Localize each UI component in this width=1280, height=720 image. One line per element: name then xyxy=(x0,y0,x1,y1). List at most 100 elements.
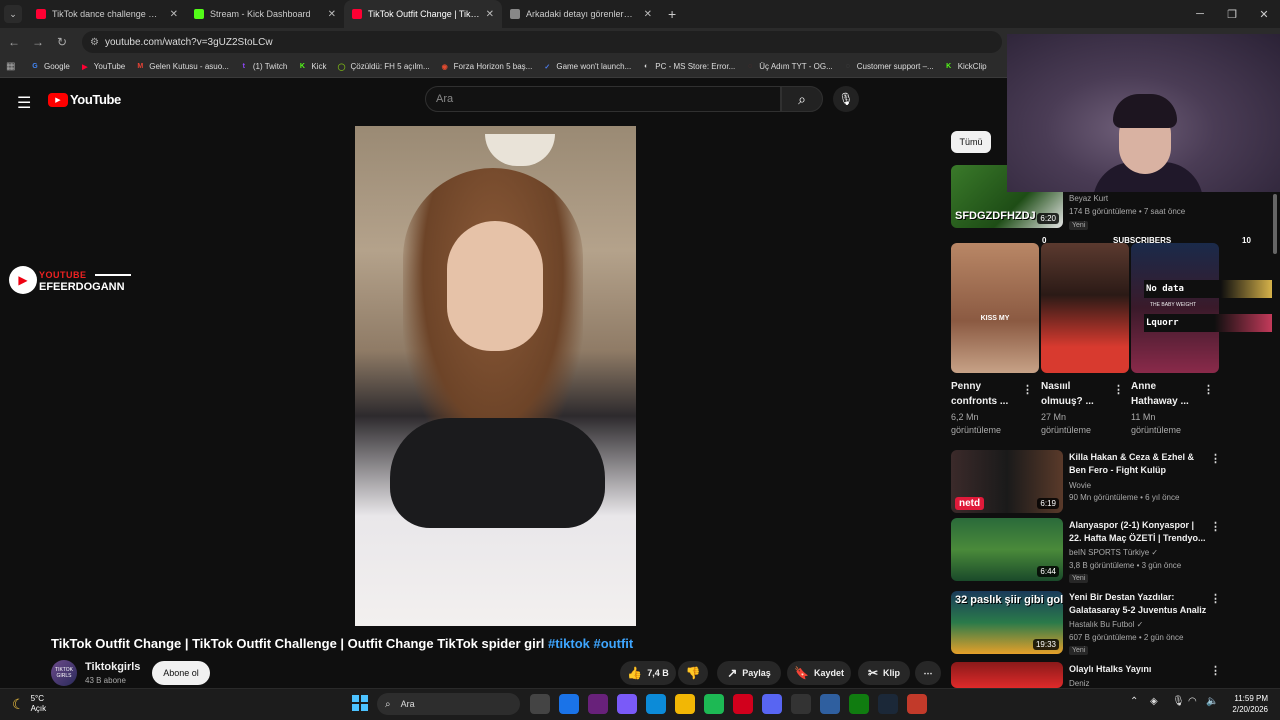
close-tab-icon[interactable]: ✕ xyxy=(644,9,652,20)
short-thumbnail[interactable]: KISS MY xyxy=(951,243,1039,373)
more-actions-button[interactable]: ⋯ xyxy=(915,661,941,685)
discord-icon[interactable] xyxy=(762,694,782,714)
video-hashtags[interactable]: #tiktok #outfit xyxy=(548,636,633,651)
short-title[interactable]: Penny confronts ... xyxy=(951,379,1021,409)
bookmark-item[interactable]: t (1) Twitch xyxy=(239,62,288,72)
close-tab-icon[interactable]: ✕ xyxy=(170,9,178,20)
bookmark-item[interactable]: ✓ Game won't launch... xyxy=(542,62,631,72)
microphone-tray-icon[interactable]: 🎙 xyxy=(1172,696,1185,707)
channel-name[interactable]: Hastalık Bu Futbol ✓ xyxy=(1069,619,1143,631)
dislike-button[interactable]: 👎 xyxy=(678,661,708,685)
video-title-line[interactable]: Killa Hakan & Ceza & Ezhel & xyxy=(1069,451,1194,464)
channel-name[interactable]: Tiktokgirls xyxy=(85,661,140,673)
like-button[interactable]: 👍 7,4 B xyxy=(620,661,676,685)
minimize-icon[interactable]: ─ xyxy=(1184,0,1216,28)
more-vert-icon[interactable]: ⋮ xyxy=(1210,520,1221,533)
youtube-logo[interactable]: ▶ YouTube xyxy=(48,92,121,107)
chrome-icon[interactable] xyxy=(559,694,579,714)
more-vert-icon[interactable]: ⋮ xyxy=(1210,592,1221,605)
obs-icon[interactable] xyxy=(791,694,811,714)
bookmark-item[interactable]: ▶ YouTube xyxy=(80,62,125,72)
more-vert-icon[interactable]: ⋮ xyxy=(1022,383,1033,396)
wifi-icon[interactable]: ◠ xyxy=(1188,696,1197,707)
microphone-icon[interactable]: 🎙 xyxy=(833,86,859,112)
close-tab-icon[interactable]: ✕ xyxy=(486,9,494,20)
search-icon[interactable]: ⌕ xyxy=(781,86,823,112)
bookmark-item[interactable]: ◐ PC - MS Store: Error... xyxy=(641,62,735,72)
bookmark-item[interactable]: G Google xyxy=(30,62,70,72)
bookmark-item[interactable]: ◌ Üç Adım TYT - OG... xyxy=(745,62,833,72)
channel-name[interactable]: Wovie xyxy=(1069,480,1091,492)
video-title-line[interactable]: Alanyaspor (2-1) Konyaspor | xyxy=(1069,519,1194,532)
task-view-icon[interactable] xyxy=(530,694,550,714)
short-thumbnail[interactable] xyxy=(1131,243,1219,373)
close-tab-icon[interactable]: ✕ xyxy=(328,9,336,20)
back-arrow-icon[interactable]: ← xyxy=(2,35,26,49)
bookmark-item[interactable]: M Gelen Kutusu - asuo... xyxy=(135,62,229,72)
tab-1[interactable]: TikTok dance challenge 💜😈🎀 ✕ xyxy=(28,0,186,28)
restore-icon[interactable]: ❐ xyxy=(1216,0,1248,28)
clip-button[interactable]: ✂ Klip xyxy=(858,661,910,685)
copilot-icon[interactable] xyxy=(617,694,637,714)
video-thumbnail[interactable]: 6:44 xyxy=(951,518,1063,581)
sidebar-scrollbar[interactable] xyxy=(1272,192,1278,680)
video-thumbnail[interactable]: 32 paslık şiir gibi gol 19:33 xyxy=(951,591,1063,654)
system-clock[interactable]: 11:59 PM 2/20/2026 xyxy=(1222,693,1268,715)
short-title[interactable]: Anne Hathaway ... xyxy=(1131,379,1201,409)
visual-studio-icon[interactable] xyxy=(588,694,608,714)
video-player[interactable] xyxy=(355,126,636,626)
apps-grid-icon[interactable]: ▦ xyxy=(6,61,20,72)
game-launcher-icon[interactable] xyxy=(907,694,927,714)
video-title-line[interactable]: Galatasaray 5-2 Juventus Analiz xyxy=(1069,604,1206,617)
video-thumbnail[interactable]: netd 6:19 xyxy=(951,450,1063,513)
video-title-line[interactable]: 22. Hafta Maç ÖZETİ | Trendyo... xyxy=(1069,532,1206,545)
tab-4[interactable]: Arkadaki detayı görenler🥺 #sh ✕ xyxy=(502,0,660,28)
video-title-line[interactable]: Yeni Bir Destan Yazdılar: xyxy=(1069,591,1174,604)
short-thumbnail[interactable] xyxy=(1041,243,1129,373)
share-button[interactable]: ↗ Paylaş xyxy=(717,661,781,685)
channel-name[interactable]: beIN SPORTS Türkiye ✓ xyxy=(1069,547,1158,559)
xbox-icon[interactable] xyxy=(849,694,869,714)
hamburger-menu-icon[interactable]: ☰ xyxy=(17,93,31,113)
more-vert-icon[interactable]: ⋮ xyxy=(1210,664,1221,677)
spotify-icon[interactable] xyxy=(704,694,724,714)
site-info-icon[interactable]: ⚙ xyxy=(90,37,99,48)
video-title-line[interactable]: Ben Fero - Fight Kulüp xyxy=(1069,464,1166,477)
start-windows-icon[interactable] xyxy=(352,695,368,711)
short-title[interactable]: Nasıııl olmuuş? ... xyxy=(1041,379,1111,409)
steam-tray-icon[interactable]: ◈ xyxy=(1150,696,1158,707)
file-explorer-icon[interactable] xyxy=(675,694,695,714)
opera-icon[interactable] xyxy=(733,694,753,714)
channel-avatar[interactable]: TIKTOK GIRLS xyxy=(51,660,77,686)
bookmark-item[interactable]: ◌ Customer support –... xyxy=(843,62,934,72)
new-tab-plus-icon[interactable]: + xyxy=(668,6,676,22)
video-thumbnail[interactable] xyxy=(951,662,1063,688)
close-window-icon[interactable]: ✕ xyxy=(1248,0,1280,28)
filter-chip-all[interactable]: Tümü xyxy=(951,131,991,153)
volume-icon[interactable]: 🔈 xyxy=(1206,696,1218,707)
tab-2[interactable]: Stream - Kick Dashboard ✕ xyxy=(186,0,344,28)
bookmark-item[interactable]: K Kick xyxy=(297,62,327,72)
video-title-line[interactable]: Olaylı Htalks Yayını xyxy=(1069,663,1151,676)
bookmark-item[interactable]: ◉ Forza Horizon 5 baş... xyxy=(440,62,533,72)
tab-3-active[interactable]: TikTok Outfit Change | TikTok Ou ✕ xyxy=(344,0,502,28)
tab-search-button[interactable]: ⌄ xyxy=(4,5,22,23)
bookmark-item[interactable]: K KickClip xyxy=(944,62,986,72)
xbox-app-icon[interactable] xyxy=(820,694,840,714)
chevron-up-icon[interactable]: ⌃ xyxy=(1130,696,1138,707)
more-vert-icon[interactable]: ⋮ xyxy=(1203,383,1214,396)
url-bar[interactable]: ⚙ youtube.com/watch?v=3gUZ2StoLCw xyxy=(82,31,1002,53)
scrollbar-thumb[interactable] xyxy=(1273,194,1277,254)
edge-icon[interactable] xyxy=(646,694,666,714)
bookmark-item[interactable]: ◯ Çözüldü: FH 5 açılm... xyxy=(337,62,430,72)
taskbar-search-input[interactable]: ⌕ Ara xyxy=(377,693,520,715)
forward-arrow-icon[interactable]: → xyxy=(26,35,50,49)
more-vert-icon[interactable]: ⋮ xyxy=(1210,452,1221,465)
more-vert-icon[interactable]: ⋮ xyxy=(1113,383,1124,396)
search-input[interactable]: Ara xyxy=(425,86,781,112)
channel-name[interactable]: Beyaz Kurt xyxy=(1069,193,1108,205)
steam-icon[interactable] xyxy=(878,694,898,714)
save-button[interactable]: 🔖 Kaydet xyxy=(787,661,851,685)
subscribe-button[interactable]: Abone ol xyxy=(152,661,210,685)
weather-widget[interactable]: ☾ 5°C Açık xyxy=(12,694,46,714)
